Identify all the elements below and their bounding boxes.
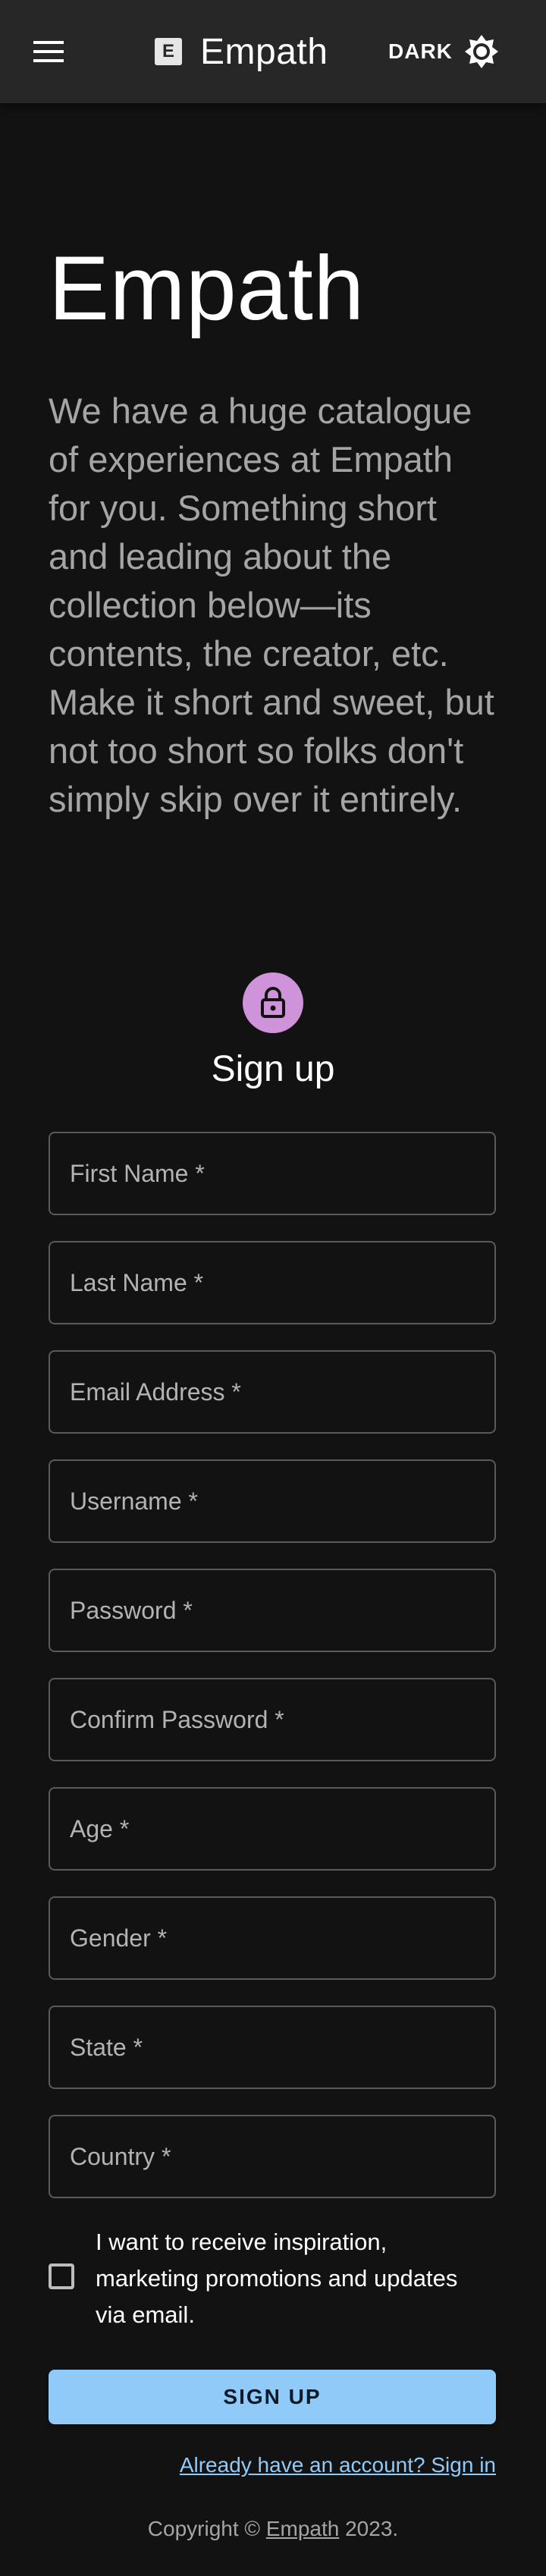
- confirm-password-field[interactable]: Confirm Password *: [49, 1678, 496, 1761]
- marketing-checkbox[interactable]: [49, 2263, 74, 2289]
- theme-label: DARK: [388, 39, 453, 63]
- hero-title: Empath: [49, 237, 365, 339]
- first-name-field[interactable]: First Name *: [49, 1132, 496, 1215]
- footer: Copyright © Empath 2023.: [0, 2517, 546, 2541]
- copyright-suffix: 2023.: [339, 2517, 399, 2540]
- footer-empath-link[interactable]: Empath: [266, 2517, 340, 2540]
- logo-icon: E: [155, 38, 182, 65]
- username-field[interactable]: Username *: [49, 1459, 496, 1543]
- hero-description: We have a huge catalogue of experiences …: [49, 391, 494, 819]
- sign-in-link[interactable]: Already have an account? Sign in: [180, 2453, 496, 2477]
- sign-up-button[interactable]: SIGN UP: [49, 2370, 496, 2424]
- field-label: Last Name *: [70, 1268, 204, 1296]
- signup-title: Sign up: [211, 1049, 335, 1089]
- country-field[interactable]: Country *: [49, 2115, 496, 2198]
- last-name-field[interactable]: Last Name *: [49, 1241, 496, 1324]
- app-bar: E Empath DARK: [0, 0, 546, 103]
- state-field[interactable]: State *: [49, 2006, 496, 2089]
- field-label: Country *: [70, 2142, 171, 2170]
- marketing-opt-in: I want to receive inspiration, marketing…: [49, 2224, 504, 2338]
- menu-button[interactable]: [33, 30, 88, 73]
- field-label: Age *: [70, 1814, 130, 1842]
- field-label: State *: [70, 2033, 143, 2061]
- theme-toggle-button[interactable]: DARK: [388, 27, 500, 76]
- brand[interactable]: E Empath: [155, 27, 328, 76]
- field-label: Password *: [70, 1596, 193, 1624]
- sign-up-button-label: SIGN UP: [223, 2385, 322, 2408]
- lock-avatar: [243, 972, 303, 1033]
- field-label: First Name *: [70, 1159, 205, 1187]
- marketing-checkbox-label[interactable]: I want to receive inspiration, marketing…: [96, 2224, 475, 2333]
- brightness-icon: [464, 35, 498, 68]
- email-field[interactable]: Email Address *: [49, 1350, 496, 1434]
- field-label: Confirm Password *: [70, 1705, 284, 1733]
- lock-icon: [261, 987, 285, 1018]
- field-label: Gender *: [70, 1924, 168, 1952]
- age-field[interactable]: Age *: [49, 1787, 496, 1871]
- copyright-prefix: Copyright ©: [147, 2517, 266, 2540]
- app-title: Empath: [200, 31, 328, 72]
- field-label: Username *: [70, 1487, 198, 1515]
- field-label: Email Address *: [70, 1378, 241, 1406]
- gender-field[interactable]: Gender *: [49, 1896, 496, 1980]
- password-field[interactable]: Password *: [49, 1569, 496, 1652]
- hamburger-menu-icon: [33, 41, 64, 62]
